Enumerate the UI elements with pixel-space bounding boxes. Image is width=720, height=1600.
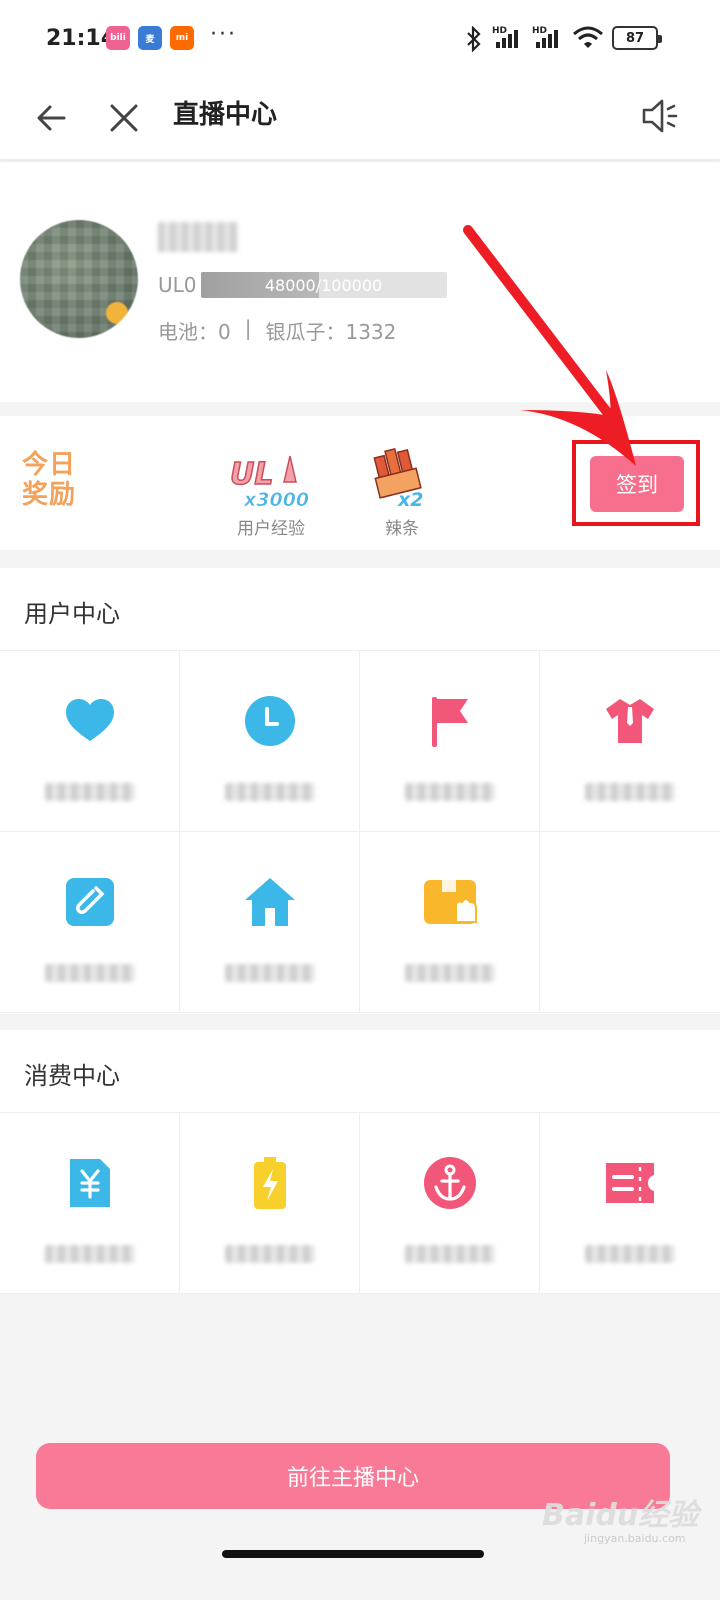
user-exp-badge: x3000: [243, 489, 309, 511]
consume-center-grid: [0, 1112, 720, 1294]
level-progress-text: 48000/100000: [264, 275, 383, 295]
bluetooth-icon: [467, 26, 481, 52]
consume-center-item[interactable]: [0, 1113, 180, 1294]
page-title: 直播中心: [173, 100, 278, 130]
item-label-blurred: [224, 964, 315, 982]
item-label-blurred: [404, 783, 495, 801]
annotation-arrow-icon: [463, 225, 636, 466]
level-label: UL0: [158, 273, 197, 297]
item-label-blurred: [585, 783, 675, 801]
level-row: UL0 48000/100000: [158, 272, 447, 298]
item-label-blurred: [404, 1245, 495, 1263]
package-icon: [423, 880, 477, 924]
mai-app-icon: 麦: [138, 26, 162, 50]
battery-charge-icon: [253, 1157, 286, 1209]
avatar[interactable]: [20, 220, 138, 338]
level-progress-bar: 48000/100000: [200, 272, 447, 298]
back-arrow-icon[interactable]: [30, 96, 74, 140]
signal-hd-icon: HD: [492, 26, 518, 48]
reward-label: 用户经验: [237, 519, 305, 539]
user-exp-icon: UL x3000: [229, 455, 309, 511]
nav-bar: 直播中心: [0, 78, 720, 160]
spicy-strip-icon: x2: [373, 447, 423, 511]
close-icon[interactable]: [102, 96, 146, 140]
ticket-icon: [606, 1163, 654, 1203]
svg-text:HD: HD: [532, 26, 547, 36]
consume-center-item[interactable]: [360, 1113, 540, 1294]
baidu-watermark: Baidu经验: [542, 1498, 699, 1533]
section-title: 用户中心: [24, 600, 120, 628]
shirt-icon: [606, 699, 654, 743]
user-center-item[interactable]: [0, 651, 180, 832]
svg-text:HD: HD: [492, 26, 507, 36]
user-center-item[interactable]: [180, 651, 360, 832]
empty-cell: [540, 832, 720, 1013]
wifi-icon: [573, 26, 603, 48]
flag-icon: [431, 697, 468, 747]
reward-label: 辣条: [385, 519, 419, 539]
speaker-icon[interactable]: [636, 92, 684, 140]
silver-seed-count: 银瓜子：1332: [265, 320, 397, 344]
user-center-item[interactable]: [360, 832, 540, 1013]
item-label-blurred: [585, 1245, 675, 1263]
reward-user-exp: UL x3000 用户经验: [226, 442, 316, 539]
anchor-icon: [423, 1157, 476, 1209]
clock-icon: [244, 696, 295, 746]
bilibili-app-icon: bili: [106, 26, 130, 50]
status-bar: 21:14 bili 麦 mi ··· HD HD 87: [0, 0, 720, 78]
battery-count: 电池：0: [158, 320, 231, 344]
section-title: 消费中心: [24, 1062, 120, 1090]
heart-icon: [65, 699, 114, 741]
yuan-icon: [69, 1159, 110, 1207]
consume-center-item[interactable]: [180, 1113, 360, 1294]
stats-separator: |: [244, 316, 252, 340]
signal-hd-2-icon: HD: [532, 26, 558, 48]
user-center-item[interactable]: [0, 832, 180, 1013]
home-indicator[interactable]: [222, 1550, 484, 1558]
item-label-blurred: [224, 1245, 315, 1263]
reward-spicy-strip: x2 辣条: [366, 442, 438, 539]
consume-center-section: 消费中心: [0, 1030, 720, 1294]
item-label-blurred: [404, 964, 495, 982]
daily-reward-title: 今日奖励: [22, 450, 77, 510]
user-center-item[interactable]: [180, 832, 360, 1013]
user-center-section: 用户中心: [0, 568, 720, 1014]
spicy-strip-badge: x2: [397, 489, 423, 511]
consume-center-item[interactable]: [540, 1113, 720, 1294]
battery-indicator: 87: [612, 26, 662, 50]
item-label-blurred: [44, 783, 135, 801]
home-icon: [244, 878, 295, 926]
user-center-item[interactable]: [540, 651, 720, 832]
item-label-blurred: [44, 964, 135, 982]
user-center-item[interactable]: [360, 651, 540, 832]
username-blurred: [158, 222, 238, 252]
item-label-blurred: [44, 1245, 135, 1263]
edit-icon: [65, 878, 114, 926]
avatar-badge: [106, 302, 128, 324]
more-notifications-icon: ···: [210, 22, 237, 47]
mi-app-icon: mi: [170, 26, 194, 50]
baidu-watermark-url: jingyan.baidu.com: [584, 1532, 686, 1545]
item-label-blurred: [224, 783, 315, 801]
svg-text:UL: UL: [230, 457, 273, 492]
user-center-grid: [0, 650, 720, 1013]
stats-row: 电池：0 | 银瓜子：1332: [158, 316, 396, 345]
